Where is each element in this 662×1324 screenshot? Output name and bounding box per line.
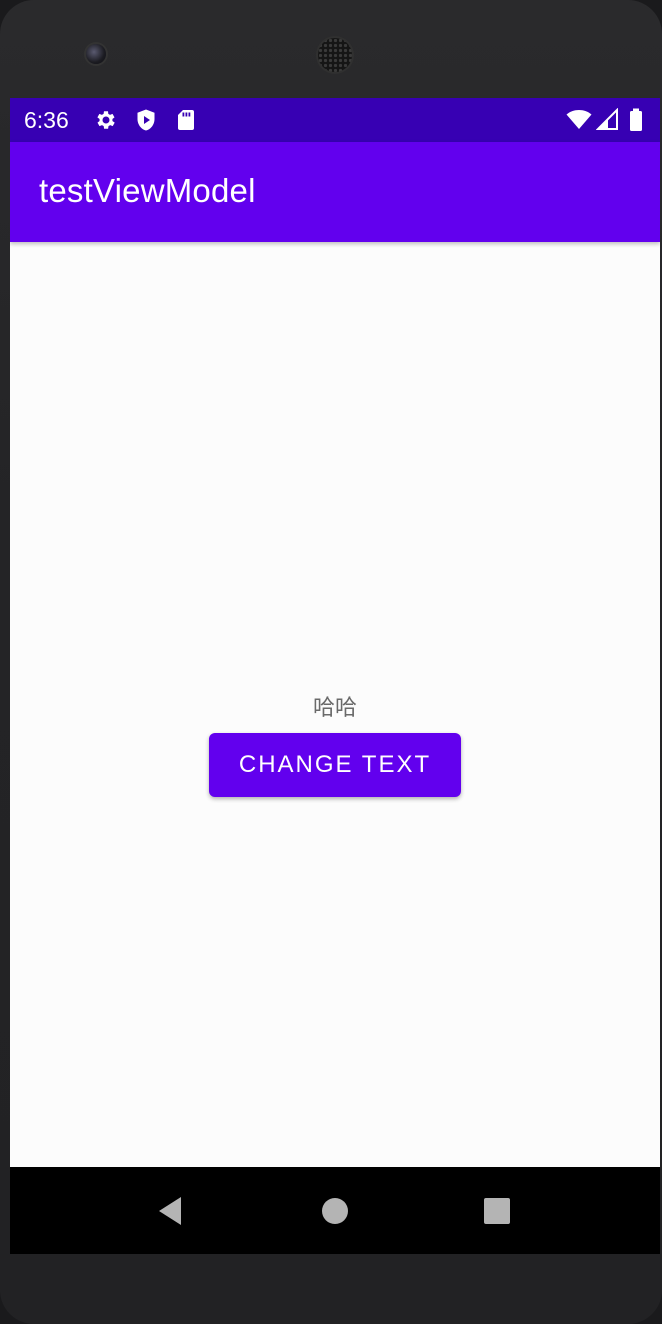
settings-icon xyxy=(94,108,118,132)
change-text-button[interactable]: CHANGE TEXT xyxy=(209,733,461,797)
cell-signal-icon xyxy=(595,107,620,132)
phone-frame: 6:36 testViewModel 哈哈 CHANGE TEXT xyxy=(0,0,662,1324)
navigation-bar xyxy=(10,1167,660,1254)
recents-icon xyxy=(484,1197,510,1224)
back-button[interactable] xyxy=(125,1167,215,1254)
status-bar: 6:36 xyxy=(10,98,660,142)
back-icon xyxy=(159,1196,181,1225)
home-button[interactable] xyxy=(290,1167,380,1254)
message-text: 哈哈 xyxy=(312,696,357,721)
recents-button[interactable] xyxy=(452,1167,542,1254)
battery-icon xyxy=(628,108,644,132)
app-bar: testViewModel xyxy=(10,142,660,242)
earpiece-speaker xyxy=(318,38,352,72)
screen: 6:36 testViewModel 哈哈 CHANGE TEXT xyxy=(10,98,660,1254)
status-time: 6:36 xyxy=(24,107,69,133)
sd-card-icon xyxy=(174,108,198,132)
shield-play-icon xyxy=(134,108,158,132)
front-camera xyxy=(86,44,106,64)
app-title: testViewModel xyxy=(39,172,256,209)
home-icon xyxy=(322,1197,348,1224)
main-content: 哈哈 CHANGE TEXT xyxy=(10,242,660,1167)
wifi-icon xyxy=(566,108,592,132)
